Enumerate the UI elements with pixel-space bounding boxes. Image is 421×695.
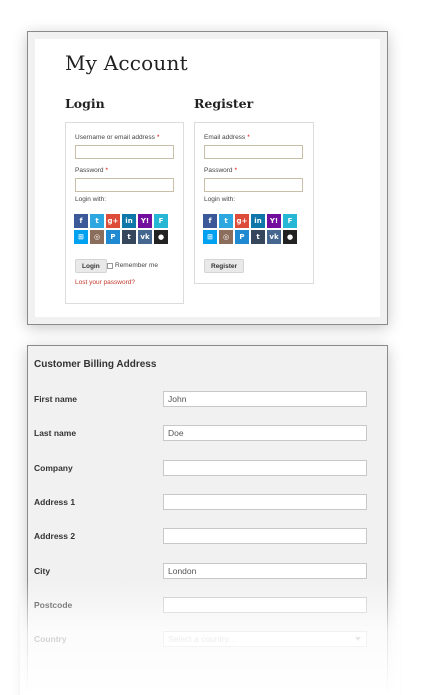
address-1-label: Address 1 — [34, 497, 76, 507]
instagram-icon[interactable]: ◎ — [219, 230, 233, 244]
register-form: Email address * Password * Login with: ftg… — [194, 122, 314, 284]
register-password-input[interactable] — [204, 178, 303, 192]
city-label: City — [34, 566, 51, 576]
vk-icon[interactable]: vk — [138, 230, 152, 244]
billing-address-panel: Customer Billing Address First name John… — [27, 345, 388, 695]
postcode-label: Postcode — [34, 600, 73, 610]
first-name-input[interactable]: John — [163, 391, 367, 407]
lost-password-link[interactable]: Lost your password? — [75, 279, 135, 286]
city-input[interactable]: London — [163, 563, 367, 579]
social-login-icons: f t g+ in Y! F ⊞ ◎ Pt vk ● — [74, 214, 168, 244]
last-name-label: Last name — [34, 428, 77, 438]
my-account-content: My Account Login Register Username or em… — [35, 39, 380, 317]
social-login-label: Login with: — [75, 196, 107, 203]
register-heading: Register — [194, 96, 254, 111]
country-select[interactable]: Select a country… — [163, 631, 367, 647]
vk-icon[interactable]: vk — [267, 230, 281, 244]
remember-me-checkbox[interactable] — [107, 262, 113, 269]
username-label: Username or email address * — [75, 134, 160, 141]
github-icon[interactable]: ● — [154, 230, 168, 244]
username-input[interactable] — [75, 145, 174, 159]
company-input[interactable] — [163, 460, 367, 476]
company-label: Company — [34, 463, 73, 473]
social-register-icons: f t g+ in Y! F ⊞ ◎ Pt vk ● — [203, 214, 297, 244]
postcode-input[interactable] — [163, 597, 367, 613]
windows-icon[interactable]: ⊞ — [203, 230, 217, 244]
yahoo-icon[interactable]: Y! — [267, 214, 281, 228]
paypal-icon[interactable]: P — [235, 230, 249, 244]
twitter-icon[interactable]: t — [90, 214, 104, 228]
country-select-value: Select a country… — [168, 634, 238, 644]
page-title: My Account — [65, 51, 188, 75]
register-password-label: Password * — [204, 167, 238, 174]
email-label: Email address * — [204, 134, 250, 141]
login-form: Username or email address * Password * Log… — [65, 122, 184, 304]
foursquare-icon[interactable]: F — [154, 214, 168, 228]
remember-me[interactable]: Remember me — [107, 262, 158, 269]
twitter-icon[interactable]: t — [219, 214, 233, 228]
remember-me-label: Remember me — [115, 262, 158, 269]
foursquare-icon[interactable]: F — [283, 214, 297, 228]
first-name-label: First name — [34, 394, 77, 404]
password-input[interactable] — [75, 178, 174, 192]
chevron-down-icon — [355, 637, 361, 641]
facebook-icon[interactable]: f — [203, 214, 217, 228]
register-button[interactable]: Register — [204, 259, 245, 273]
yahoo-icon[interactable]: Y! — [138, 214, 152, 228]
linkedin-icon[interactable]: in — [122, 214, 136, 228]
tumblr-icon[interactable]: t — [251, 230, 265, 244]
last-name-input[interactable]: Doe — [163, 425, 367, 441]
country-label: Country — [34, 634, 67, 644]
windows-icon[interactable]: ⊞ — [74, 230, 88, 244]
social-register-label: Login with: — [204, 196, 236, 203]
google-plus-icon[interactable]: g+ — [235, 214, 249, 228]
login-heading: Login — [65, 96, 105, 111]
email-input[interactable] — [204, 145, 303, 159]
password-label: Password * — [75, 167, 109, 174]
address-1-input[interactable] — [163, 494, 367, 510]
address-2-label: Address 2 — [34, 531, 76, 541]
instagram-icon[interactable]: ◎ — [90, 230, 104, 244]
my-account-panel: My Account Login Register Username or em… — [27, 31, 388, 325]
tumblr-icon[interactable]: t — [122, 230, 136, 244]
login-button[interactable]: Login — [75, 259, 107, 273]
google-plus-icon[interactable]: g+ — [106, 214, 120, 228]
linkedin-icon[interactable]: in — [251, 214, 265, 228]
address-2-input[interactable] — [163, 528, 367, 544]
github-icon[interactable]: ● — [283, 230, 297, 244]
paypal-icon[interactable]: P — [106, 230, 120, 244]
facebook-icon[interactable]: f — [74, 214, 88, 228]
billing-title: Customer Billing Address — [34, 359, 157, 370]
